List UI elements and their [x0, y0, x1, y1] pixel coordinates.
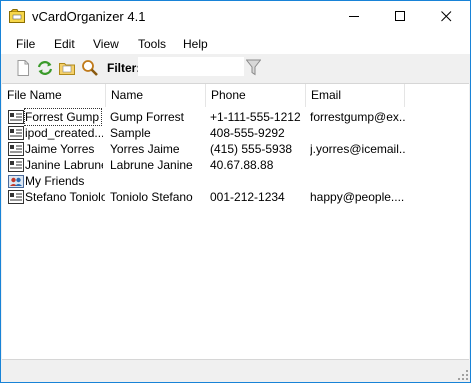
cell-email: happy@people.... — [310, 190, 405, 204]
cell-phone: +1-111-555-1212 — [210, 110, 301, 124]
column-header-name[interactable]: Name — [106, 84, 206, 107]
cell-phone: 40.67.88.88 — [210, 158, 274, 172]
contact-row[interactable]: Janine Labrune Labrune Janine 40.67.88.8… — [2, 157, 469, 173]
cell-file-name: ipod_created... — [25, 126, 103, 140]
menu-tools[interactable]: Tools — [138, 37, 166, 51]
contact-row[interactable]: Forrest Gump Gump Forrest +1-111-555-121… — [2, 108, 469, 126]
search-icon[interactable] — [81, 59, 99, 77]
minimize-icon — [348, 16, 359, 17]
title-bar[interactable]: vCardOrganizer 4.1 — [1, 1, 470, 32]
menu-view[interactable]: View — [93, 37, 119, 51]
app-icon — [9, 9, 25, 23]
contact-row[interactable]: Jaime Yorres Yorres Jaime (415) 555-5938… — [2, 141, 469, 157]
contact-row[interactable]: My Friends — [2, 173, 469, 189]
cell-name: Labrune Janine — [110, 158, 193, 172]
cell-email — [310, 157, 405, 173]
cell-file-name: Jaime Yorres — [25, 142, 95, 156]
cell-name: Yorres Jaime — [110, 142, 180, 156]
cell-file-name: Forrest Gump — [24, 108, 102, 126]
cell-phone: (415) 555-5938 — [210, 142, 293, 156]
cell-email: forrestgump@ex... — [310, 110, 405, 124]
cell-phone: 408-555-9292 — [210, 126, 285, 140]
status-bar — [1, 360, 470, 382]
toolbar: Filter: — [1, 54, 470, 81]
maximize-icon — [394, 11, 405, 21]
menu-edit[interactable]: Edit — [54, 37, 75, 51]
vcard-icon — [8, 126, 24, 140]
new-document-icon[interactable] — [14, 59, 32, 77]
cell-file-name: Stefano Toniolo — [25, 190, 105, 204]
menu-file[interactable]: File — [16, 37, 35, 51]
resize-grip-icon[interactable] — [458, 370, 468, 380]
close-icon — [440, 11, 451, 22]
contact-row[interactable]: ipod_created... Sample 408-555-9292 — [2, 125, 469, 141]
cell-file-name: My Friends — [25, 174, 85, 188]
vcard-icon — [8, 110, 24, 124]
cell-name: Toniolo Stefano — [110, 190, 193, 204]
cell-name: Gump Forrest — [110, 110, 185, 124]
cell-email: j.yorres@icemail.... — [310, 142, 405, 156]
column-header-email[interactable]: Email — [306, 84, 405, 107]
filter-funnel-icon[interactable] — [246, 59, 261, 76]
vcard-icon — [8, 158, 24, 172]
filter-label: Filter: — [107, 61, 141, 75]
column-header-file-name[interactable]: File Name — [2, 84, 106, 107]
window-title: vCardOrganizer 4.1 — [32, 9, 146, 24]
open-folder-icon[interactable] — [58, 59, 76, 77]
filter-input[interactable] — [138, 57, 244, 76]
column-header-phone[interactable]: Phone — [206, 84, 306, 107]
maximize-button[interactable] — [377, 1, 423, 32]
menu-bar: File Edit View Tools Help — [1, 32, 470, 54]
cell-phone: 001-212-1234 — [210, 190, 285, 204]
vcard-icon — [8, 142, 24, 156]
cell-file-name: Janine Labrune — [25, 158, 103, 172]
menu-help[interactable]: Help — [183, 37, 208, 51]
vcard-icon — [8, 190, 24, 204]
minimize-button[interactable] — [331, 1, 377, 32]
cell-email — [310, 125, 405, 141]
refresh-icon[interactable] — [36, 59, 54, 77]
cell-name: Sample — [110, 126, 151, 140]
app-window: vCardOrganizer 4.1 File Edit View Tools … — [0, 0, 471, 383]
close-button[interactable] — [423, 1, 469, 32]
contact-row[interactable]: Stefano Toniolo Toniolo Stefano 001-212-… — [2, 189, 469, 205]
group-icon — [8, 175, 24, 188]
contacts-list[interactable]: File Name Name Phone Email Forrest Gump … — [2, 83, 469, 360]
